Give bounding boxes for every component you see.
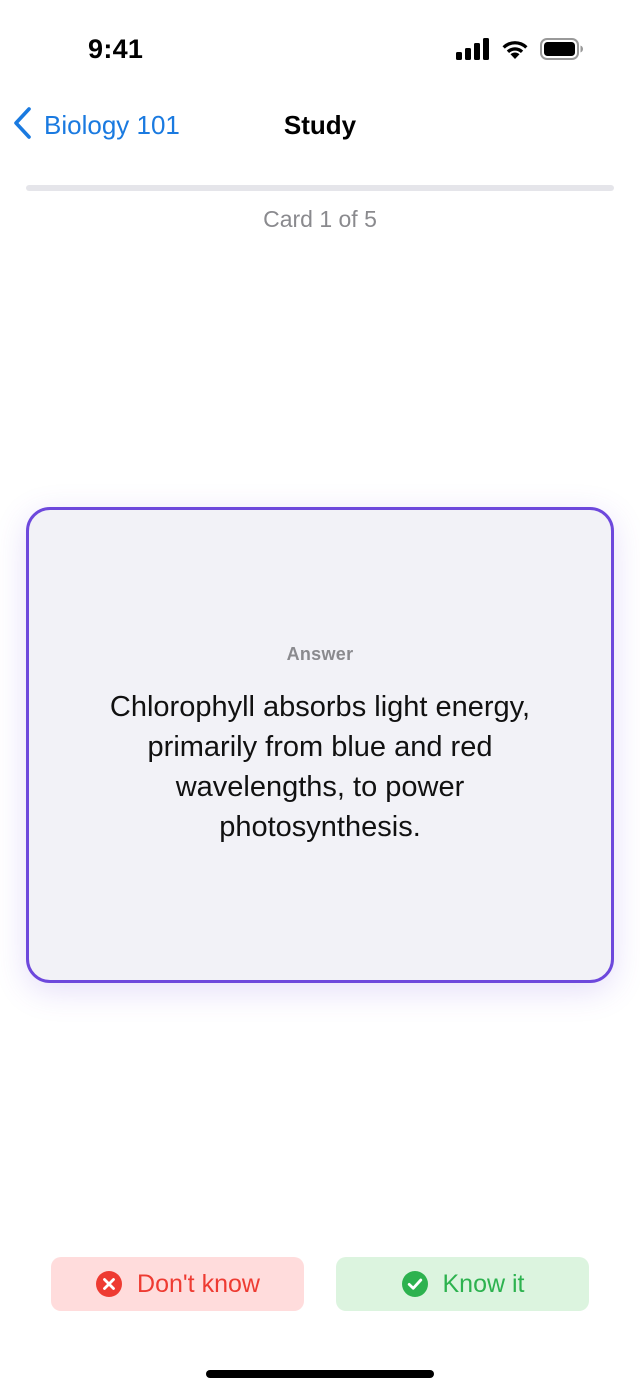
card-counter: Card 1 of 5 <box>263 206 377 232</box>
know-it-label: Know it <box>442 1269 525 1298</box>
navigation-bar: Biology 101 Study <box>0 100 640 152</box>
back-button-label: Biology 101 <box>44 110 180 140</box>
dont-know-button[interactable]: Don't know <box>51 1257 304 1311</box>
home-indicator[interactable] <box>206 1370 434 1378</box>
card-side-label: Answer <box>286 643 354 664</box>
cellular-signal-icon <box>456 38 490 60</box>
study-screen: 9:41 Biology 101 Study Card 1 of 5 Answe… <box>0 0 640 1391</box>
status-bar: 9:41 <box>0 0 640 100</box>
chevron-left-icon <box>12 106 34 145</box>
card-answer-text: Chlorophyll absorbs light energy, primar… <box>109 690 531 843</box>
status-icons <box>456 38 584 60</box>
battery-icon <box>540 38 584 60</box>
progress-bar <box>26 185 614 191</box>
back-button[interactable]: Biology 101 <box>12 106 180 145</box>
flashcard[interactable]: Answer Chlorophyll absorbs light energy,… <box>26 507 614 983</box>
x-circle-icon <box>95 1270 123 1298</box>
check-circle-icon <box>401 1270 429 1298</box>
status-time: 9:41 <box>88 34 144 64</box>
dont-know-label: Don't know <box>137 1269 260 1298</box>
wifi-icon <box>500 38 530 60</box>
answer-actions: Don't know Know it <box>51 1257 589 1311</box>
know-it-button[interactable]: Know it <box>336 1257 589 1311</box>
